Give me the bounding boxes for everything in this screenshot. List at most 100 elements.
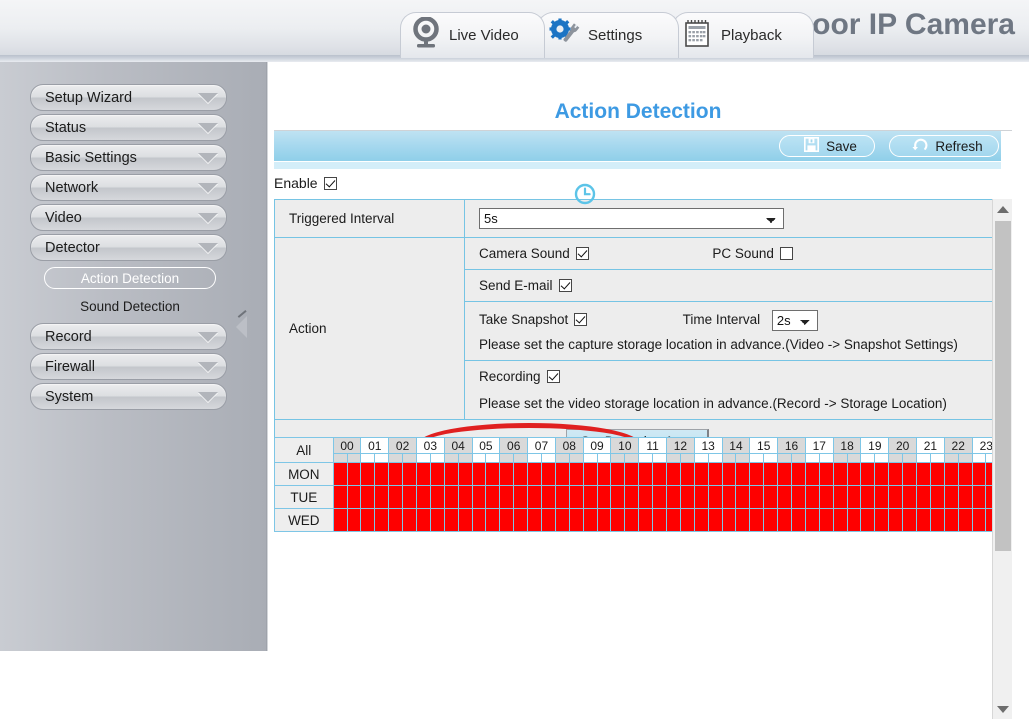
schedule-slot-cell[interactable] — [846, 462, 862, 486]
schedule-slot-cell[interactable] — [332, 508, 348, 532]
schedule-slot-cell[interactable] — [804, 508, 820, 532]
scrollbar-thumb[interactable] — [995, 221, 1011, 551]
hour-label[interactable]: 01 — [360, 437, 390, 454]
schedule-slot-cell[interactable] — [499, 508, 515, 532]
schedule-slot-cell[interactable] — [332, 485, 348, 509]
schedule-slot-cell[interactable] — [624, 508, 640, 532]
schedule-slot-cell[interactable] — [429, 462, 445, 486]
schedule-halfhour-cell[interactable] — [888, 453, 904, 463]
schedule-halfhour-cell[interactable] — [791, 453, 806, 463]
schedule-halfhour-cell[interactable] — [957, 453, 973, 463]
schedule-slot-cell[interactable] — [360, 508, 376, 532]
schedule-halfhour-cell[interactable] — [527, 453, 542, 463]
schedule-slot-cell[interactable] — [402, 462, 417, 486]
schedule-slot-cell[interactable] — [957, 485, 973, 509]
schedule-slot-cell[interactable] — [457, 485, 473, 509]
schedule-slot-cell[interactable] — [415, 508, 431, 532]
schedule-slot-cell[interactable] — [791, 508, 806, 532]
schedule-slot-cell[interactable] — [527, 508, 542, 532]
schedule-slot-cell[interactable] — [804, 462, 820, 486]
schedule-slot-cell[interactable] — [513, 508, 529, 532]
sidebar-item-action-detection[interactable]: Action Detection — [44, 267, 216, 289]
schedule-slot-cell[interactable] — [388, 485, 404, 509]
schedule-slot-cell[interactable] — [666, 485, 681, 509]
schedule-slot-cell[interactable] — [943, 508, 959, 532]
schedule-halfhour-cell[interactable] — [374, 453, 390, 463]
schedule-slot-cell[interactable] — [540, 462, 556, 486]
schedule-slot-cell[interactable] — [707, 485, 723, 509]
schedule-slot-cell[interactable] — [860, 485, 876, 509]
hour-label[interactable]: 16 — [777, 437, 806, 454]
schedule-slot-cell[interactable] — [735, 508, 751, 532]
schedule-slot-cell[interactable] — [693, 485, 709, 509]
schedule-halfhour-cell[interactable] — [818, 453, 834, 463]
schedule-halfhour-cell[interactable] — [916, 453, 931, 463]
schedule-slot-cell[interactable] — [763, 485, 779, 509]
schedule-slot-cell[interactable] — [332, 462, 348, 486]
schedule-slot-cell[interactable] — [707, 462, 723, 486]
schedule-slot-cell[interactable] — [402, 508, 417, 532]
hour-label[interactable]: 04 — [443, 437, 473, 454]
schedule-day-label[interactable]: TUE — [274, 485, 334, 509]
schedule-slot-cell[interactable] — [818, 485, 834, 509]
schedule-slot-cell[interactable] — [860, 508, 876, 532]
schedule-slot-cell[interactable] — [679, 485, 695, 509]
hour-label[interactable]: 17 — [804, 437, 834, 454]
hour-label[interactable]: 13 — [693, 437, 723, 454]
save-button[interactable]: Save — [779, 135, 875, 157]
schedule-day-label[interactable]: WED — [274, 508, 334, 532]
take-snapshot-checkbox[interactable] — [574, 313, 588, 327]
schedule-slot-cell[interactable] — [568, 462, 584, 486]
schedule-slot-cell[interactable] — [554, 462, 570, 486]
schedule-halfhour-cell[interactable] — [582, 453, 598, 463]
schedule-slot-cell[interactable] — [888, 508, 904, 532]
schedule-slot-cell[interactable] — [846, 508, 862, 532]
schedule-slot-cell[interactable] — [777, 462, 793, 486]
schedule-slot-cell[interactable] — [916, 485, 931, 509]
schedule-slot-cell[interactable] — [791, 485, 806, 509]
schedule-slot-cell[interactable] — [929, 485, 945, 509]
schedule-slot-cell[interactable] — [457, 508, 473, 532]
schedule-slot-cell[interactable] — [666, 508, 681, 532]
schedule-slot-cell[interactable] — [527, 462, 542, 486]
schedule-halfhour-cell[interactable] — [499, 453, 515, 463]
hour-label[interactable]: 06 — [499, 437, 529, 454]
hour-label[interactable]: 15 — [749, 437, 779, 454]
schedule-slot-cell[interactable] — [846, 485, 862, 509]
sidebar-item-record[interactable]: Record — [30, 323, 227, 350]
hour-label[interactable]: 02 — [388, 437, 417, 454]
schedule-halfhour-cell[interactable] — [763, 453, 779, 463]
schedule-slot-cell[interactable] — [957, 508, 973, 532]
schedule-slot-cell[interactable] — [735, 462, 751, 486]
hour-label[interactable]: 10 — [610, 437, 640, 454]
hour-label[interactable]: 21 — [916, 437, 945, 454]
schedule-halfhour-cell[interactable] — [346, 453, 362, 463]
schedule-slot-cell[interactable] — [943, 485, 959, 509]
schedule-slot-cell[interactable] — [499, 485, 515, 509]
schedule-slot-cell[interactable] — [471, 508, 487, 532]
schedule-slot-cell[interactable] — [596, 462, 612, 486]
schedule-slot-cell[interactable] — [652, 462, 667, 486]
schedule-halfhour-cell[interactable] — [679, 453, 695, 463]
sidebar-item-basic-settings[interactable]: Basic Settings — [30, 144, 227, 171]
schedule-halfhour-cell[interactable] — [443, 453, 459, 463]
schedule-slot-cell[interactable] — [916, 508, 931, 532]
sidebar-item-sound-detection[interactable]: Sound Detection — [44, 295, 216, 317]
schedule-slot-cell[interactable] — [693, 462, 709, 486]
schedule-halfhour-cell[interactable] — [360, 453, 376, 463]
schedule-slot-cell[interactable] — [804, 485, 820, 509]
schedule-slot-cell[interactable] — [582, 485, 598, 509]
schedule-slot-cell[interactable] — [902, 485, 918, 509]
schedule-halfhour-cell[interactable] — [902, 453, 918, 463]
schedule-slot-cell[interactable] — [902, 508, 918, 532]
schedule-slot-cell[interactable] — [638, 485, 654, 509]
hour-label[interactable]: 14 — [721, 437, 751, 454]
sidebar-item-status[interactable]: Status — [30, 114, 227, 141]
schedule-slot-cell[interactable] — [818, 508, 834, 532]
schedule-slot-cell[interactable] — [929, 508, 945, 532]
schedule-slot-cell[interactable] — [415, 462, 431, 486]
schedule-slot-cell[interactable] — [360, 462, 376, 486]
schedule-slot-cell[interactable] — [485, 485, 501, 509]
schedule-slot-cell[interactable] — [777, 485, 793, 509]
schedule-slot-cell[interactable] — [749, 462, 765, 486]
